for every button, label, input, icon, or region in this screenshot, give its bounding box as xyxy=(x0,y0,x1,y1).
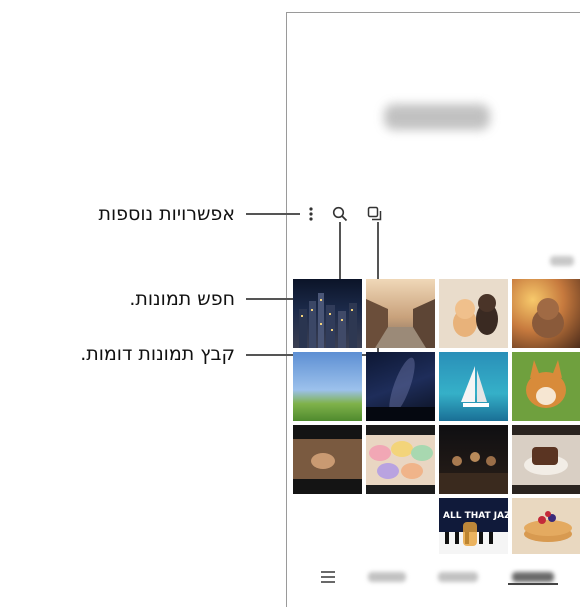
label-group-similar: קבץ תמונות דומות. xyxy=(80,343,235,365)
app-title-blurred xyxy=(384,104,490,130)
label-more-options: אפשרויות נוספות xyxy=(98,203,235,225)
thumb-old-street[interactable] xyxy=(366,279,435,348)
nav-tab-blurred-2[interactable] xyxy=(438,572,478,582)
group-similar-icon[interactable] xyxy=(366,205,384,223)
thumb-kitten-puppy[interactable] xyxy=(439,279,508,348)
search-icon[interactable] xyxy=(331,205,349,223)
nav-active-indicator xyxy=(508,583,558,585)
thumb-macarons[interactable] xyxy=(366,425,435,494)
thumb-band[interactable] xyxy=(439,425,508,494)
svg-text:ALL THAT JAZZ: ALL THAT JAZZ xyxy=(443,511,508,521)
thumb-guitar[interactable] xyxy=(293,425,362,494)
more-options-icon[interactable] xyxy=(302,205,320,223)
label-search-pictures: חפש תמונות. xyxy=(129,288,235,310)
thumb-corgi[interactable] xyxy=(512,352,580,421)
thumb-pancakes[interactable] xyxy=(512,498,580,554)
leader-more-options xyxy=(246,213,300,215)
thumb-sailboat[interactable] xyxy=(439,352,508,421)
section-label-blurred xyxy=(550,256,574,266)
thumb-sky-field[interactable] xyxy=(293,352,362,421)
thumb-chocolate-cake[interactable] xyxy=(512,425,580,494)
nav-tab-blurred-active[interactable] xyxy=(512,572,554,582)
thumb-puppy-lights[interactable] xyxy=(512,279,580,348)
thumb-city-night[interactable] xyxy=(293,279,362,348)
menu-icon[interactable] xyxy=(320,569,336,588)
thumb-jazz-poster[interactable]: ALL THAT JAZZ xyxy=(439,498,508,554)
thumb-milky-way[interactable] xyxy=(366,352,435,421)
nav-tab-blurred-1[interactable] xyxy=(368,572,406,582)
